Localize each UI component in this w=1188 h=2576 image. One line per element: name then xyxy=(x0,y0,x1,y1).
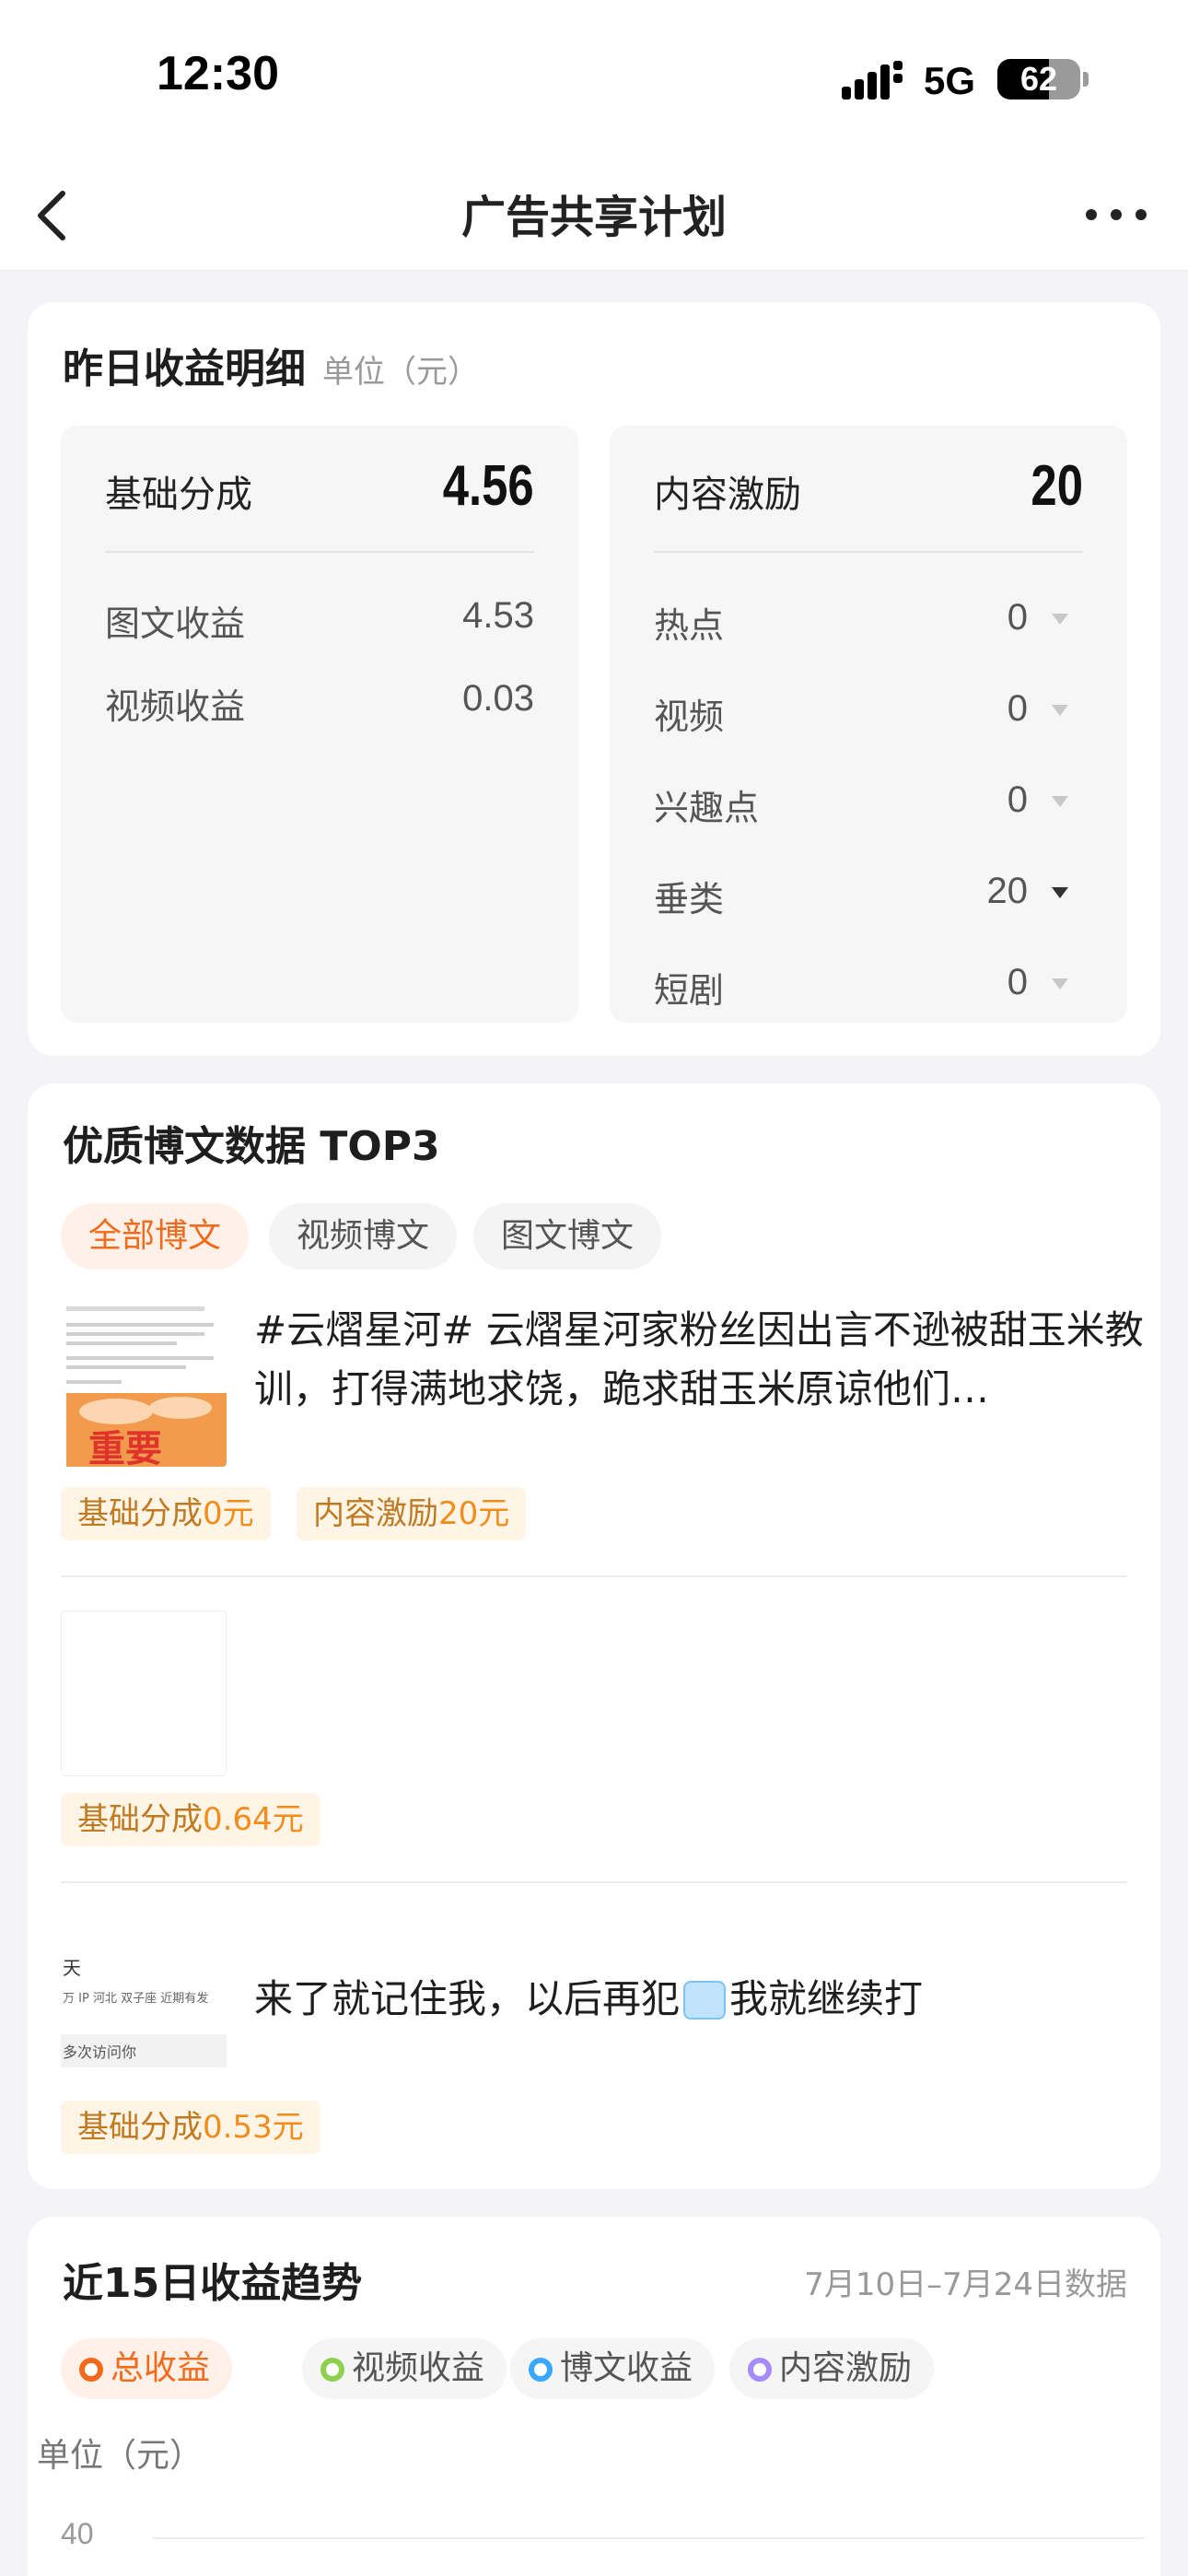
top3-title: 优质博文数据 TOP3 xyxy=(63,1123,440,1170)
legend-video-income[interactable]: 视频收益 xyxy=(302,2338,507,2399)
caret-down-icon[interactable] xyxy=(1052,796,1068,807)
legend-dot-icon xyxy=(79,2358,103,2382)
incentive-row-label: 视频 xyxy=(654,697,725,737)
content-incentive-label: 内容激励 xyxy=(654,474,801,516)
post-tag-basic: 基础分成0.53元 xyxy=(61,2101,320,2154)
post-tag-basic: 基础分成0元 xyxy=(61,1487,271,1540)
tag-label: 基础分成 xyxy=(77,1801,203,1838)
battery-icon: 62 xyxy=(997,59,1080,100)
post-thumbnail[interactable]: 天 万 IP 河北 双子座 近期有发 多次访问你 xyxy=(61,1916,227,2082)
incentive-row-label: 垂类 xyxy=(654,879,725,919)
legend-label: 博文收益 xyxy=(560,2349,693,2387)
status-time: 12:30 xyxy=(157,47,279,100)
legend-post-income[interactable]: 博文收益 xyxy=(510,2338,716,2399)
trend-date-range: 7月10日–7月24日数据 xyxy=(804,2266,1127,2303)
nav-bar: 广告共享计划 xyxy=(0,157,1188,271)
post-title[interactable] xyxy=(254,1618,1157,1677)
post-thumbnail[interactable] xyxy=(61,1610,227,1776)
network-label: 5G xyxy=(924,59,976,102)
thumb-line: 天 xyxy=(63,1957,81,1979)
ice-cube-icon xyxy=(683,1981,727,2020)
content-incentive-box: 内容激励 20 热点 0 视频 0 兴趣点 0 垂类 20 短剧 0 xyxy=(610,426,1127,1023)
post-title-text: 来了就记住我，以后再犯 xyxy=(254,1976,681,2021)
signal-icon xyxy=(842,61,903,100)
tag-amount: 0元 xyxy=(203,1495,254,1532)
post-tag-basic: 基础分成0.64元 xyxy=(61,1793,320,1846)
trend-card: 近15日收益趋势 7月10日–7月24日数据 总收益 视频收益 博文收益 内容激… xyxy=(28,2217,1160,2576)
incentive-row-value: 0 xyxy=(1007,962,1028,1002)
chart-gridline xyxy=(153,2537,1144,2539)
filter-all-posts[interactable]: 全部博文 xyxy=(61,1203,250,1270)
basic-row-label: 图文收益 xyxy=(105,603,246,644)
status-bar: 12:30 5G 62 xyxy=(0,0,1188,157)
legend-dot-icon xyxy=(748,2358,772,2382)
legend-total-income[interactable]: 总收益 xyxy=(61,2338,233,2399)
trend-title: 近15日收益趋势 xyxy=(63,2260,363,2307)
legend-content-incentive[interactable]: 内容激励 xyxy=(729,2338,935,2399)
caret-down-icon[interactable] xyxy=(1052,705,1068,716)
chart-unit-label: 单位（元） xyxy=(37,2437,204,2475)
basic-row-label: 视频收益 xyxy=(105,686,246,727)
earnings-unit: 单位（元） xyxy=(322,354,479,391)
battery-level: 62 xyxy=(1019,60,1058,98)
legend-dot-icon xyxy=(529,2358,553,2382)
basic-share-box: 基础分成 4.56 图文收益 4.53 视频收益 0.03 xyxy=(61,426,578,1023)
page-title: 广告共享计划 xyxy=(460,192,727,243)
content-incentive-value: 20 xyxy=(1031,454,1083,518)
divider xyxy=(61,1575,1127,1577)
incentive-row-value: 0 xyxy=(1007,779,1028,820)
thumb-line: 多次访问你 xyxy=(63,2043,137,2061)
filter-video-posts[interactable]: 视频博文 xyxy=(269,1203,458,1270)
tag-amount: 0.53元 xyxy=(203,2109,304,2146)
incentive-row-value: 0 xyxy=(1007,597,1028,638)
thumb-line: 万 IP 河北 双子座 近期有发 xyxy=(63,1992,209,2006)
filter-image-posts[interactable]: 图文博文 xyxy=(473,1203,662,1270)
incentive-row-label: 短剧 xyxy=(654,970,725,1011)
more-icon[interactable] xyxy=(1083,201,1149,228)
basic-row-value: 0.03 xyxy=(462,678,534,719)
post-tag-incentive: 内容激励20元 xyxy=(297,1487,527,1540)
basic-share-value: 4.56 xyxy=(443,454,534,518)
basic-row-value: 4.53 xyxy=(462,595,534,636)
legend-label: 总收益 xyxy=(111,2349,211,2387)
post-title[interactable]: #云熠星河# 云熠星河家粉丝因出言不逊被甜玉米教训，打得满地求饶，跪求甜玉米原谅… xyxy=(254,1301,1157,1419)
divider xyxy=(654,551,1083,553)
incentive-row-value: 20 xyxy=(986,871,1029,911)
post-thumbnail-label: 重要 xyxy=(88,1428,162,1467)
tag-amount: 20元 xyxy=(438,1495,510,1532)
legend-label: 内容激励 xyxy=(779,2349,913,2387)
divider xyxy=(61,1881,1127,1883)
battery-cap xyxy=(1083,72,1089,87)
tag-amount: 0.64元 xyxy=(203,1801,304,1838)
incentive-row-label: 兴趣点 xyxy=(654,788,760,828)
earnings-title-text: 昨日收益明细 xyxy=(63,345,306,392)
basic-share-label: 基础分成 xyxy=(105,474,252,516)
top3-card: 优质博文数据 TOP3 全部博文 视频博文 图文博文 重要 #云熠星河# 云熠星… xyxy=(28,1083,1160,2189)
earnings-title: 昨日收益明细 单位（元） xyxy=(63,335,479,394)
tag-label: 基础分成 xyxy=(77,1495,203,1532)
incentive-row-value: 0 xyxy=(1007,688,1028,729)
post-title-suffix: 我就继续打 xyxy=(729,1976,924,2021)
legend-dot-icon xyxy=(320,2358,344,2382)
earnings-card: 昨日收益明细 单位（元） 基础分成 4.56 图文收益 4.53 视频收益 0.0… xyxy=(28,302,1160,1056)
caret-down-icon[interactable] xyxy=(1052,978,1068,989)
divider xyxy=(105,551,534,553)
caret-down-icon[interactable] xyxy=(1052,614,1068,625)
y-tick-label: 40 xyxy=(61,2517,94,2550)
post-title[interactable]: 来了就记住我，以后再犯 我就继续打 xyxy=(254,1970,1157,2029)
incentive-row-label: 热点 xyxy=(654,605,725,646)
post-thumbnail[interactable]: 重要 xyxy=(61,1301,227,1467)
tag-label: 内容激励 xyxy=(313,1495,438,1532)
caret-down-icon[interactable] xyxy=(1052,887,1068,898)
legend-label: 视频收益 xyxy=(352,2349,485,2387)
tag-label: 基础分成 xyxy=(77,2109,203,2146)
